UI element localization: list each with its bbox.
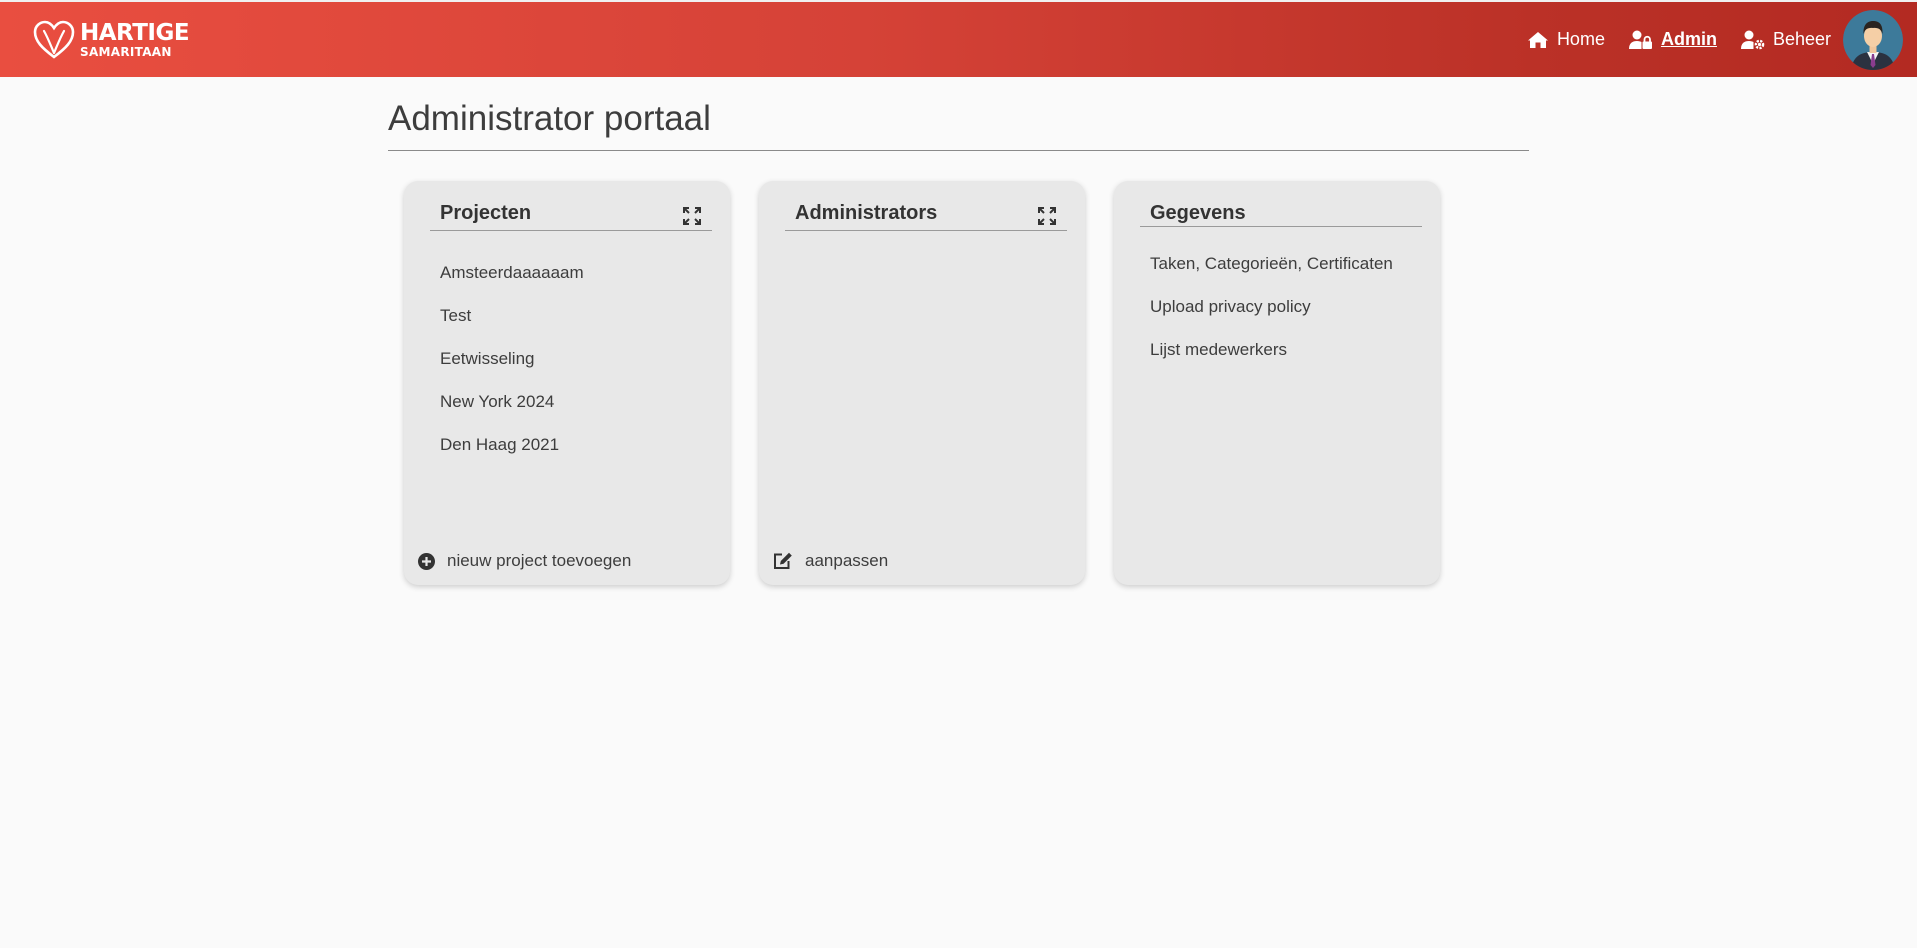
project-item[interactable]: Eetwisseling bbox=[440, 349, 584, 392]
project-item[interactable]: Test bbox=[440, 306, 584, 349]
administrators-card: Administrators aanpassen bbox=[759, 181, 1085, 585]
expand-icon[interactable] bbox=[682, 206, 702, 226]
brand-name-line2: SAMARITAAN bbox=[80, 45, 172, 59]
user-lock-icon bbox=[1628, 30, 1652, 49]
top-navbar: HARTIGE SAMARITAAN Home Admin Beheer bbox=[0, 0, 1917, 77]
nav-item-home-label: Home bbox=[1556, 29, 1605, 49]
expand-icon[interactable] bbox=[1037, 206, 1057, 226]
project-item[interactable]: New York 2024 bbox=[440, 392, 584, 435]
nav-item-admin-label: Admin bbox=[1660, 29, 1717, 49]
user-avatar[interactable] bbox=[1843, 9, 1903, 70]
add-project-button[interactable]: nieuw project toevoegen bbox=[418, 551, 631, 571]
gegevens-card: Gegevens Taken, Categorieën, Certificate… bbox=[1114, 181, 1440, 585]
brand-name: HARTIGE SAMARITAAN bbox=[80, 20, 190, 59]
projecten-card-header: Projecten bbox=[430, 199, 712, 231]
administrators-card-title: Administrators bbox=[795, 202, 938, 224]
projecten-card: Projecten Amsteerdaaaaaam Test Eetwissel… bbox=[404, 181, 730, 585]
brand-logo[interactable]: HARTIGE SAMARITAAN bbox=[32, 20, 190, 60]
gegevens-list: Taken, Categorieën, Certificaten Upload … bbox=[1150, 254, 1393, 383]
gegevens-item[interactable]: Lijst medewerkers bbox=[1150, 340, 1393, 383]
heart-logo-icon bbox=[33, 20, 75, 59]
user-cog-icon bbox=[1740, 30, 1765, 49]
gegevens-card-title: Gegevens bbox=[1150, 202, 1246, 224]
edit-icon bbox=[774, 552, 792, 569]
project-item[interactable]: Amsteerdaaaaaam bbox=[440, 263, 584, 306]
administrators-card-header: Administrators bbox=[785, 199, 1067, 231]
page-title: Administrator portaal bbox=[388, 99, 711, 138]
project-item[interactable]: Den Haag 2021 bbox=[440, 435, 584, 478]
edit-administrators-button[interactable]: aanpassen bbox=[773, 551, 888, 571]
nav-item-beheer-label: Beheer bbox=[1772, 29, 1831, 49]
edit-administrators-label: aanpassen bbox=[805, 551, 889, 570]
nav-item-home[interactable]: Home bbox=[1527, 29, 1605, 50]
nav-item-beheer[interactable]: Beheer bbox=[1740, 29, 1831, 50]
home-icon bbox=[1527, 31, 1548, 48]
add-project-label: nieuw project toevoegen bbox=[447, 551, 632, 570]
gegevens-item[interactable]: Upload privacy policy bbox=[1150, 297, 1393, 340]
gegevens-item[interactable]: Taken, Categorieën, Certificaten bbox=[1150, 254, 1393, 297]
avatar-icon bbox=[1843, 9, 1903, 70]
nav-item-admin[interactable]: Admin bbox=[1628, 29, 1717, 50]
projecten-card-title: Projecten bbox=[440, 202, 532, 224]
main-nav: Home Admin Beheer bbox=[1527, 2, 1903, 77]
plus-circle-icon bbox=[418, 552, 435, 570]
projecten-list: Amsteerdaaaaaam Test Eetwisseling New Yo… bbox=[440, 263, 584, 478]
brand-name-line1: HARTIGE bbox=[80, 20, 190, 46]
gegevens-card-header: Gegevens bbox=[1140, 199, 1422, 227]
title-divider bbox=[388, 150, 1529, 151]
main-content: Administrator portaal bbox=[388, 77, 1529, 151]
